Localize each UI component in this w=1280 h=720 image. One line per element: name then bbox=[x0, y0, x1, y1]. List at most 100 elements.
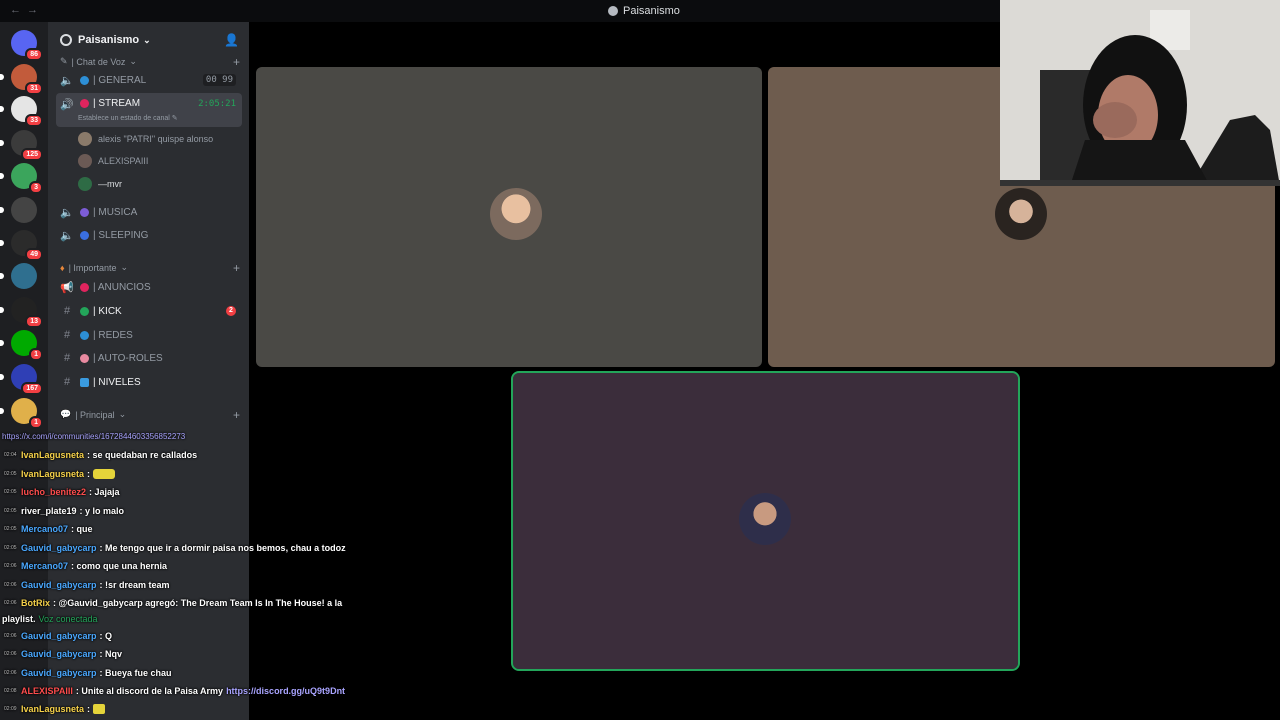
chat-message: 02:05 Mercano07: que bbox=[4, 524, 93, 534]
channel-anuncios[interactable]: 📢 | ANUNCIOS bbox=[56, 276, 242, 298]
unread-badge: 3 bbox=[29, 181, 43, 194]
server-icon[interactable]: 167 bbox=[0, 364, 43, 395]
back-forward-icons[interactable]: ←→ bbox=[10, 4, 44, 16]
speaker-icon: 🔈 bbox=[60, 206, 74, 219]
channel-musica[interactable]: 🔈 | MUSICA bbox=[56, 201, 242, 223]
fire-icon: ♦ bbox=[60, 262, 65, 273]
category-important[interactable]: ♦ | Importante ⌄ + bbox=[60, 261, 240, 275]
speaker-icon: 🔈 bbox=[60, 229, 74, 242]
category-main[interactable]: 💬 | Principal ⌄ + bbox=[60, 408, 240, 422]
unread-badge: 31 bbox=[25, 82, 43, 95]
add-channel-icon[interactable]: + bbox=[233, 55, 240, 69]
palette-emoji-icon bbox=[80, 353, 89, 363]
voice-connected-status: Voz conectada bbox=[38, 614, 98, 624]
music-note-icon bbox=[80, 207, 89, 217]
unread-badge: 49 bbox=[25, 248, 43, 261]
chat-message: 02:05 lucho_benitez2: Jajaja bbox=[4, 487, 120, 497]
chat-message: 02:06 Gauvid_gabycarp: !sr dream team bbox=[4, 580, 170, 590]
chat-message: 02:06 Gauvid_gabycarp: Nqv bbox=[4, 649, 123, 659]
server-settings-icon bbox=[60, 34, 72, 46]
server-icon[interactable]: 49 bbox=[0, 230, 43, 261]
avatar bbox=[78, 132, 92, 146]
server-icon[interactable] bbox=[0, 197, 37, 223]
category-voice[interactable]: ✎ | Chat de Voz ⌄ + bbox=[60, 55, 240, 69]
globe-emoji-icon bbox=[80, 330, 89, 340]
unread-badge: 125 bbox=[21, 148, 43, 161]
hash-icon: # bbox=[63, 352, 71, 364]
chevron-down-icon: ⌄ bbox=[120, 262, 129, 272]
unread-badge: 86 bbox=[25, 48, 43, 61]
channel-status[interactable]: Establece un estado de canal ✎ bbox=[78, 114, 178, 122]
emote-icon bbox=[93, 704, 106, 714]
loudspeaker-emoji-icon bbox=[80, 282, 89, 292]
server-icon[interactable]: 31 bbox=[0, 64, 43, 95]
chat-message: 02:08 ALEXISPAIII: Unite al discord de la… bbox=[4, 686, 346, 696]
pencil-icon: ✎ bbox=[60, 56, 68, 66]
channel-niveles[interactable]: # | NIVELES bbox=[56, 371, 242, 393]
speaker-icon: 🔈 bbox=[60, 74, 74, 87]
server-icon[interactable]: 33 bbox=[0, 96, 43, 127]
unread-badge: 1 bbox=[29, 416, 43, 429]
unread-badge: 167 bbox=[21, 382, 43, 395]
server-icon[interactable]: 1 bbox=[0, 330, 43, 361]
chat-link[interactable]: https://x.com/i/communities/167284460335… bbox=[2, 432, 185, 441]
server-icon[interactable]: 1 bbox=[0, 398, 43, 429]
green-circle-icon bbox=[80, 306, 89, 316]
channel-kick[interactable]: # | KICK 2 bbox=[56, 300, 242, 322]
sleep-icon bbox=[80, 230, 89, 240]
avatar bbox=[78, 154, 92, 168]
speaker-icon: 🔊 bbox=[60, 99, 74, 111]
chevron-down-icon: ⌄ bbox=[118, 409, 127, 419]
hash-icon: # bbox=[63, 329, 71, 341]
chat-message: 02:05 IvanLagusneta: bbox=[4, 469, 116, 479]
server-icon[interactable] bbox=[0, 263, 37, 289]
chat-message: 02:05 river_plate19: y lo malo bbox=[4, 506, 125, 516]
server-icon[interactable]: 125 bbox=[0, 130, 43, 161]
server-name: Paisanismo bbox=[78, 34, 140, 46]
add-channel-icon[interactable]: + bbox=[233, 408, 240, 422]
channel-sleeping[interactable]: 🔈 | SLEEPING bbox=[56, 224, 242, 246]
chat-message: 02:06 Gauvid_gabycarp: Q bbox=[4, 631, 113, 641]
megaphone-icon: 📢 bbox=[60, 281, 74, 294]
channel-autoroles[interactable]: # | AUTO-ROLES bbox=[56, 347, 242, 369]
voice-user[interactable]: ALEXISPAIII bbox=[78, 154, 148, 168]
invite-people-icon[interactable]: 👤 bbox=[224, 33, 239, 47]
channel-general-voice[interactable]: 🔈 | GENERAL 00 99 bbox=[56, 69, 242, 91]
avatar bbox=[490, 188, 542, 240]
chat-message: 02:06 Gauvid_gabycarp: Bueya fue chau bbox=[4, 668, 172, 678]
chat-message: 02:05 Gauvid_gabycarp: Me tengo que ir a … bbox=[4, 543, 346, 553]
chat-message: 02:06 BotRix: @Gauvid_gabycarp agregó: Th… bbox=[4, 598, 343, 608]
hash-icon: # bbox=[63, 376, 71, 388]
avatar bbox=[995, 188, 1047, 240]
server-icon[interactable]: 13 bbox=[0, 297, 43, 328]
unread-badge: 1 bbox=[29, 348, 43, 361]
add-channel-icon[interactable]: + bbox=[233, 261, 240, 275]
app-window: ←→ Paisanismo 86 31 33 125 3 49 13 1 167… bbox=[0, 0, 1280, 720]
emote-icon bbox=[93, 469, 116, 479]
chevron-down-icon: ⌄ bbox=[129, 56, 137, 66]
participant-tile[interactable] bbox=[256, 67, 762, 367]
globe-emoji-icon bbox=[80, 75, 89, 85]
chat-message: 02:04 IvanLagusneta: se quedaban re calla… bbox=[4, 450, 198, 460]
channel-redes[interactable]: # | REDES bbox=[56, 324, 242, 346]
speech-bubble-icon: 💬 bbox=[60, 409, 72, 419]
mention-badge: 2 bbox=[226, 306, 236, 316]
server-header[interactable]: Paisanismo ⌄ 👤 bbox=[48, 22, 249, 58]
stream-chat-overlay: https://x.com/i/communities/167284460335… bbox=[0, 430, 400, 720]
server-icon[interactable]: 3 bbox=[0, 163, 43, 194]
red-circle-icon bbox=[80, 99, 89, 108]
user-limit-counter: 00 99 bbox=[202, 74, 236, 86]
home-button[interactable]: 86 bbox=[11, 30, 43, 61]
discord-invite-link[interactable]: https://discord.gg/uQ9t9Dnt bbox=[226, 686, 345, 696]
avatar bbox=[78, 177, 92, 191]
chat-message: 02:09 IvanLagusneta: bbox=[4, 704, 106, 714]
chevron-down-icon: ⌄ bbox=[143, 34, 151, 45]
webcam-feed bbox=[1000, 0, 1280, 186]
voice-user[interactable]: alexis "PATRI" quispe alonso bbox=[78, 132, 213, 146]
participant-tile-speaking[interactable] bbox=[511, 371, 1020, 671]
chat-message: playlist. Voz conectada bbox=[2, 614, 98, 624]
window-title: Paisanismo bbox=[608, 5, 680, 17]
server-icon bbox=[608, 6, 618, 16]
voice-user[interactable]: —mvr bbox=[78, 177, 122, 191]
stream-timer: 2:05:21 bbox=[198, 99, 236, 109]
